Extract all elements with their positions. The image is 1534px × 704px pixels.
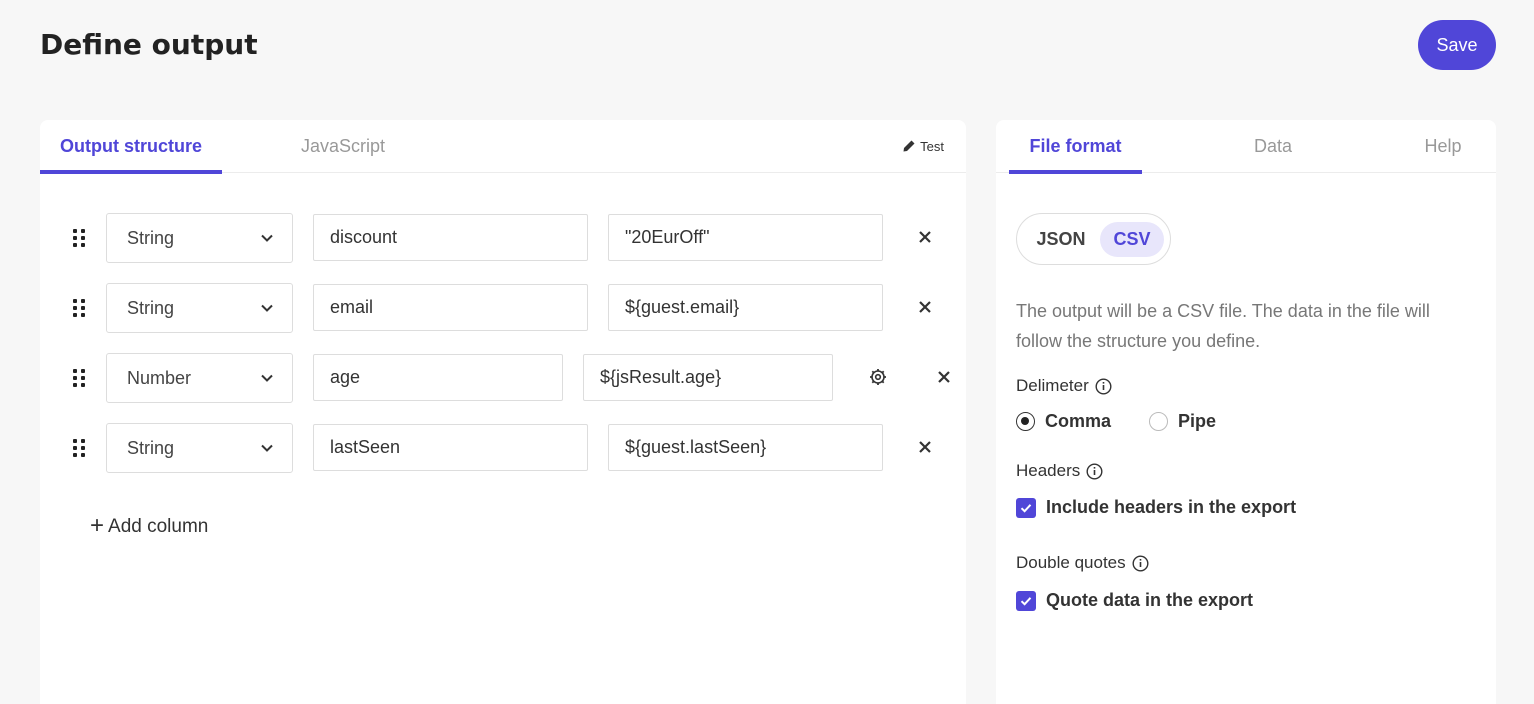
type-select[interactable]: Number bbox=[106, 353, 293, 403]
file-format-panel: File format Data Help JSON CSV The outpu… bbox=[996, 120, 1496, 704]
gear-icon[interactable] bbox=[869, 368, 887, 386]
include-headers-option[interactable]: Include headers in the export bbox=[1016, 497, 1296, 518]
column-value-input[interactable]: ${jsResult.age} bbox=[583, 354, 833, 401]
close-icon[interactable] bbox=[918, 230, 932, 244]
format-description: The output will be a CSV file. The data … bbox=[1016, 301, 1430, 351]
type-select-value: String bbox=[127, 437, 175, 458]
drag-handle-icon[interactable] bbox=[73, 299, 85, 317]
tab-data[interactable]: Data bbox=[1241, 120, 1305, 173]
column-value-input[interactable]: "20EurOff" bbox=[608, 214, 883, 261]
chevron-down-icon bbox=[261, 304, 273, 312]
column-name-input[interactable]: email bbox=[313, 284, 588, 331]
save-button[interactable]: Save bbox=[1418, 20, 1496, 70]
radio-comma-label: Comma bbox=[1045, 411, 1112, 431]
type-select[interactable]: String bbox=[106, 423, 293, 473]
type-select-value: String bbox=[127, 297, 175, 318]
add-column-button[interactable]: + Add column bbox=[90, 512, 209, 539]
checkmark-icon bbox=[1020, 596, 1032, 606]
column-name-input[interactable]: age bbox=[313, 354, 563, 401]
column-row: Number age ${jsResult.age} bbox=[40, 353, 966, 403]
double-quotes-label-row: Double quotes bbox=[1016, 553, 1149, 573]
column-name-input[interactable]: discount bbox=[313, 214, 588, 261]
headers-label-row: Headers bbox=[1016, 461, 1103, 481]
format-option-csv[interactable]: CSV bbox=[1100, 222, 1164, 257]
chevron-down-icon bbox=[261, 374, 273, 382]
output-structure-panel: Output structure JavaScript Test String … bbox=[40, 120, 966, 704]
chevron-down-icon bbox=[261, 444, 273, 452]
radio-pipe-label: Pipe bbox=[1178, 411, 1217, 431]
pencil-icon bbox=[903, 140, 915, 152]
page-title: Define output bbox=[40, 28, 258, 61]
tab-javascript[interactable]: JavaScript bbox=[290, 120, 396, 173]
include-headers-label: Include headers in the export bbox=[1046, 497, 1297, 517]
delimiter-option-pipe[interactable]: Pipe bbox=[1149, 411, 1216, 432]
tab-output-structure[interactable]: Output structure bbox=[40, 120, 222, 174]
column-row: String lastSeen ${guest.lastSeen} bbox=[40, 423, 966, 473]
quote-data-option[interactable]: Quote data in the export bbox=[1016, 590, 1253, 611]
type-select[interactable]: String bbox=[106, 283, 293, 333]
column-row: String email ${guest.email} bbox=[40, 283, 966, 333]
column-row: String discount "20EurOff" bbox=[40, 213, 966, 263]
include-headers-checkbox[interactable] bbox=[1016, 497, 1036, 518]
test-button[interactable]: Test bbox=[902, 136, 944, 156]
close-icon[interactable] bbox=[937, 370, 951, 384]
column-value-input[interactable]: ${guest.lastSeen} bbox=[608, 424, 883, 471]
type-select-value: Number bbox=[127, 367, 192, 388]
quote-data-checkbox[interactable] bbox=[1016, 590, 1036, 611]
drag-handle-icon[interactable] bbox=[73, 369, 85, 387]
radio-pipe[interactable] bbox=[1149, 412, 1168, 431]
test-label: Test bbox=[920, 138, 944, 154]
right-tabbar: File format Data Help bbox=[996, 120, 1496, 174]
info-icon[interactable] bbox=[1086, 462, 1103, 480]
column-name-input[interactable]: lastSeen bbox=[313, 424, 588, 471]
quote-data-label: Quote data in the export bbox=[1046, 590, 1254, 610]
tab-help[interactable]: Help bbox=[1411, 120, 1475, 173]
format-toggle: JSON CSV bbox=[1016, 213, 1171, 265]
chevron-down-icon bbox=[261, 234, 273, 242]
column-value-input[interactable]: ${guest.email} bbox=[608, 284, 883, 331]
type-select[interactable]: String bbox=[106, 213, 293, 263]
delimiter-label-row: Delimeter bbox=[1016, 376, 1112, 396]
delimiter-option-comma[interactable]: Comma bbox=[1016, 411, 1111, 432]
drag-handle-icon[interactable] bbox=[73, 229, 85, 247]
drag-handle-icon[interactable] bbox=[73, 439, 85, 457]
left-tabbar: Output structure JavaScript Test bbox=[40, 120, 966, 174]
headers-label: Headers bbox=[1016, 461, 1081, 480]
plus-icon: + bbox=[90, 512, 105, 539]
close-icon[interactable] bbox=[918, 440, 932, 454]
tab-file-format[interactable]: File format bbox=[1009, 120, 1142, 174]
type-select-value: String bbox=[127, 227, 175, 248]
info-icon[interactable] bbox=[1095, 377, 1112, 395]
checkmark-icon bbox=[1020, 503, 1032, 513]
info-icon[interactable] bbox=[1132, 554, 1149, 572]
format-option-json[interactable]: JSON bbox=[1029, 222, 1093, 257]
delimiter-label: Delimeter bbox=[1016, 376, 1089, 395]
close-icon[interactable] bbox=[918, 300, 932, 314]
double-quotes-label: Double quotes bbox=[1016, 553, 1126, 572]
add-column-label: Add column bbox=[108, 516, 209, 537]
radio-comma[interactable] bbox=[1016, 412, 1035, 431]
